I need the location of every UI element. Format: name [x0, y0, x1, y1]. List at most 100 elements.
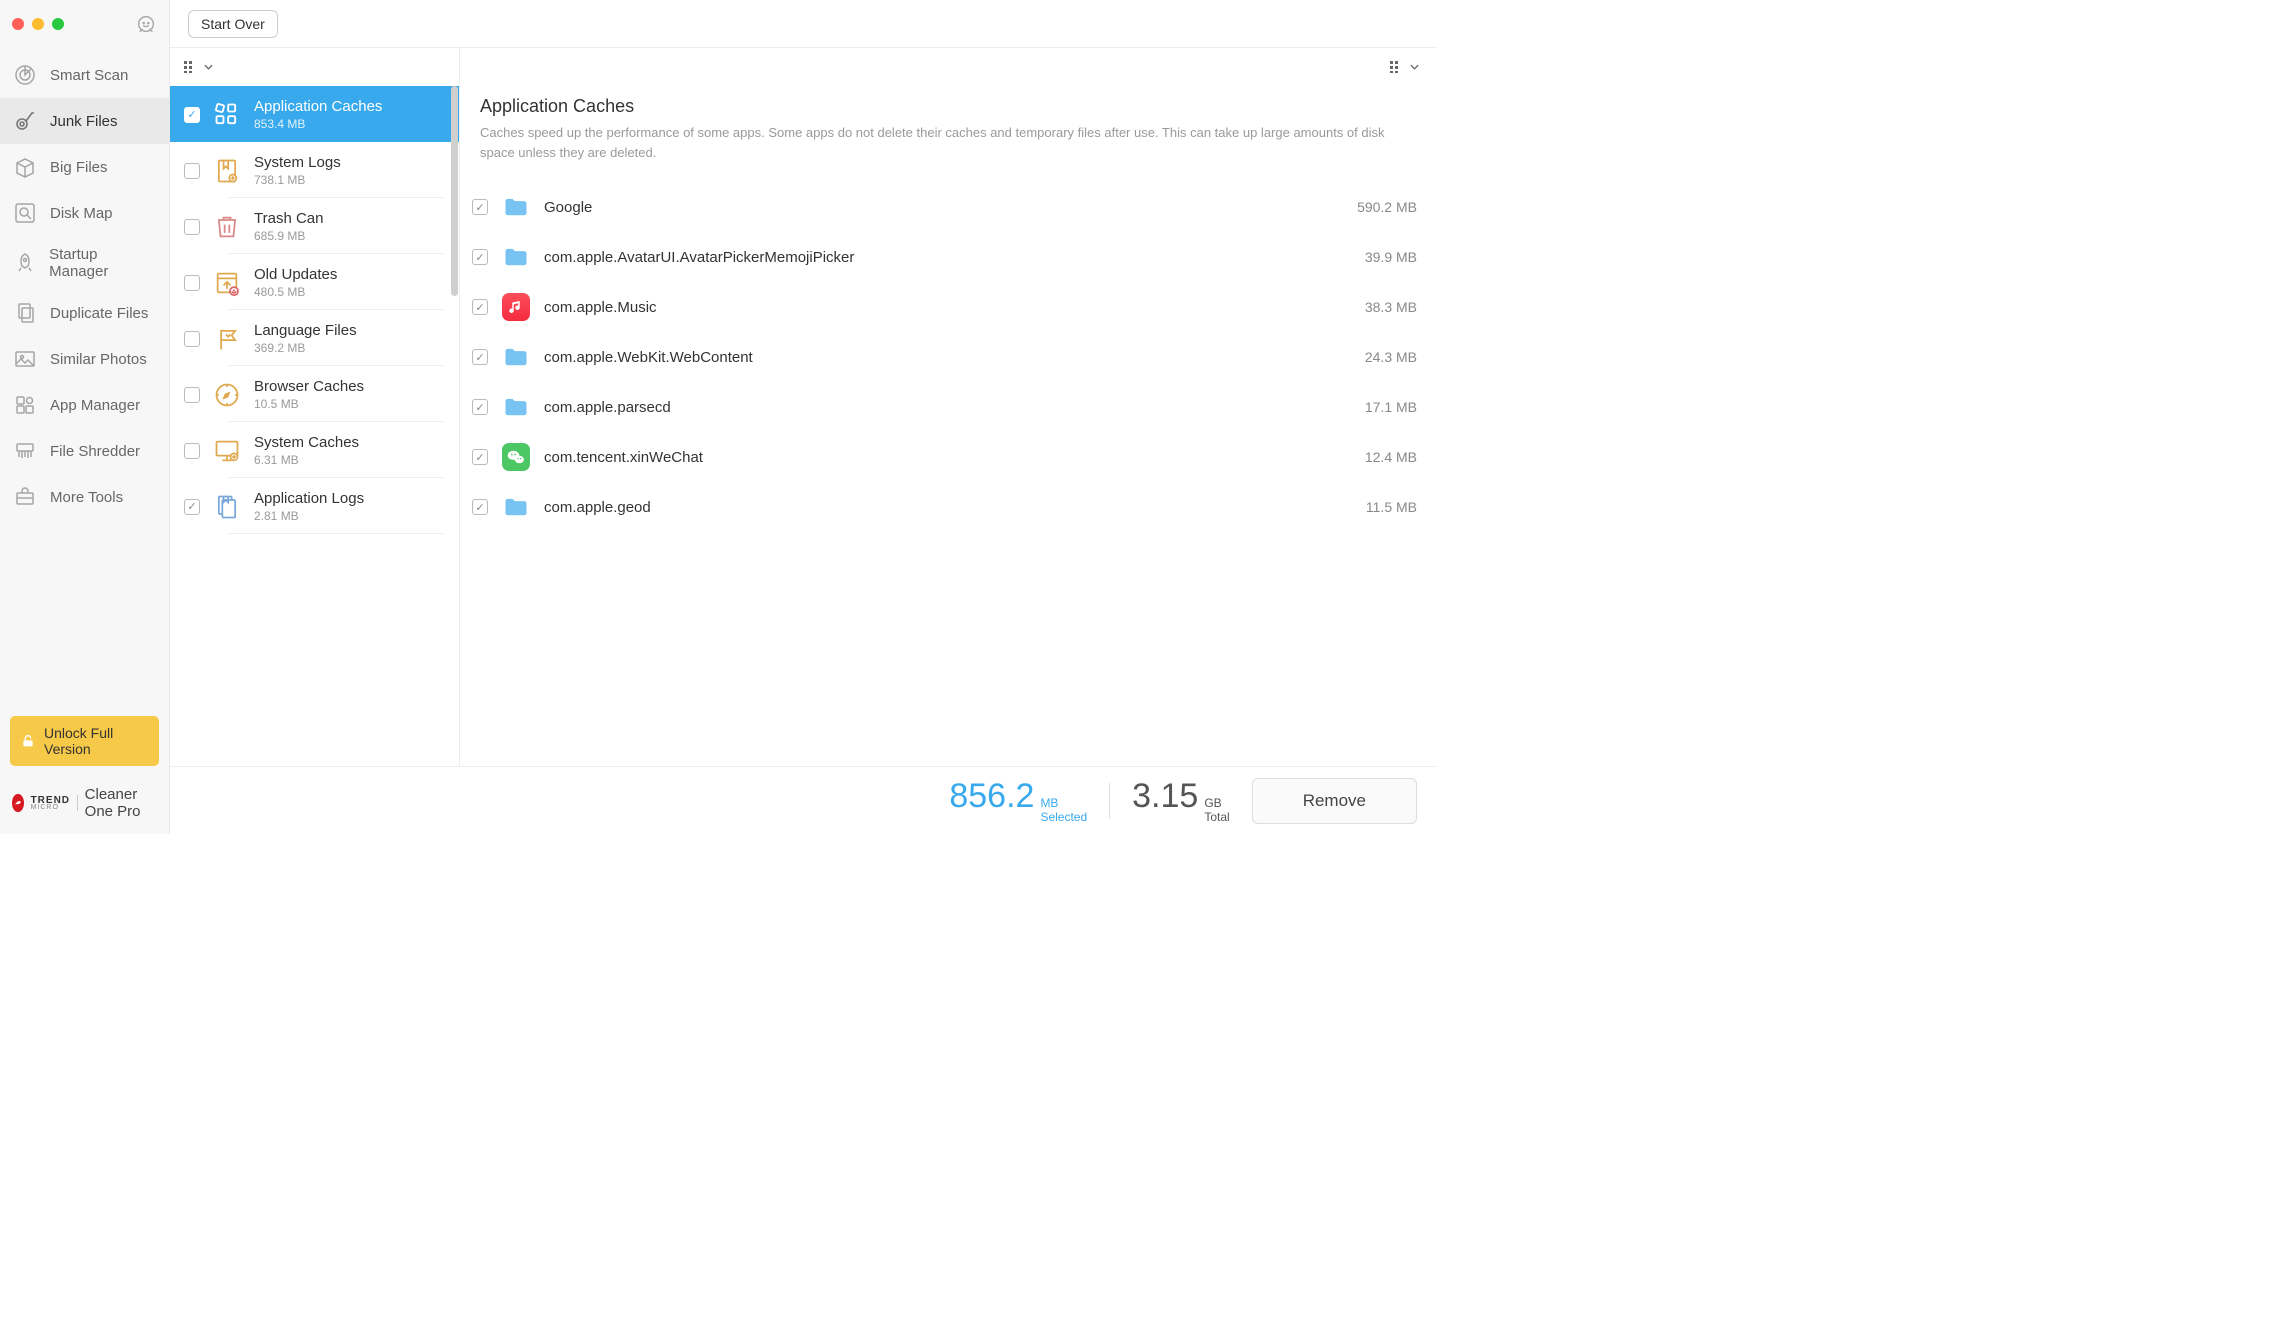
sidebar-item-label: More Tools — [50, 489, 123, 506]
category-item[interactable]: Trash Can685.9 MB — [170, 198, 459, 254]
detail-checkbox[interactable] — [472, 349, 488, 365]
category-size: 738.1 MB — [254, 173, 341, 187]
shredder-icon — [12, 438, 38, 464]
category-icon — [212, 100, 242, 130]
total-size-metric: 3.15 GB Total — [1132, 777, 1230, 823]
detail-title: Application Caches — [480, 96, 1417, 117]
detail-item-size: 11.5 MB — [1366, 499, 1417, 515]
detail-checkbox[interactable] — [472, 499, 488, 515]
detail-item-name: com.apple.parsecd — [544, 399, 1351, 416]
category-item[interactable]: Application Caches853.4 MB — [170, 86, 459, 142]
detail-toolbar — [460, 48, 1437, 86]
sidebar-item-startup-manager[interactable]: Startup Manager — [0, 236, 169, 290]
sidebar: Smart Scan Junk Files Big Files Disk Map… — [0, 0, 170, 834]
category-size: 480.5 MB — [254, 285, 337, 299]
close-window-button[interactable] — [12, 18, 24, 30]
scrollbar[interactable] — [451, 86, 458, 296]
remove-button[interactable]: Remove — [1252, 778, 1417, 824]
total-size-unit: GB — [1204, 797, 1229, 810]
sidebar-item-smart-scan[interactable]: Smart Scan — [0, 52, 169, 98]
category-size: 2.81 MB — [254, 509, 364, 523]
toolbox-icon — [12, 484, 38, 510]
category-checkbox[interactable] — [184, 219, 200, 235]
sidebar-item-big-files[interactable]: Big Files — [0, 144, 169, 190]
category-item[interactable]: Browser Caches10.5 MB — [170, 366, 459, 422]
category-checkbox[interactable] — [184, 499, 200, 515]
sidebar-item-similar-photos[interactable]: Similar Photos — [0, 336, 169, 382]
vacuum-icon — [12, 108, 38, 134]
detail-item-size: 590.2 MB — [1357, 199, 1417, 215]
detail-item[interactable]: com.apple.Music 38.3 MB — [472, 282, 1417, 332]
category-checkbox[interactable] — [184, 107, 200, 123]
detail-item[interactable]: Google590.2 MB — [472, 182, 1417, 232]
sidebar-item-junk-files[interactable]: Junk Files — [0, 98, 169, 144]
category-checkbox[interactable] — [184, 331, 200, 347]
category-item[interactable]: Language Files369.2 MB — [170, 310, 459, 366]
category-view-toggle[interactable] — [184, 61, 213, 73]
detail-checkbox[interactable] — [472, 399, 488, 415]
category-item[interactable]: Old Updates480.5 MB — [170, 254, 459, 310]
support-icon[interactable] — [135, 13, 157, 35]
detail-checkbox[interactable] — [472, 249, 488, 265]
detail-item[interactable]: com.apple.parsecd 17.1 MB — [472, 382, 1417, 432]
music-app-icon — [502, 293, 530, 321]
list-view-icon — [184, 61, 200, 73]
category-icon — [212, 492, 242, 522]
sidebar-item-label: Duplicate Files — [50, 305, 148, 322]
category-item[interactable]: Application Logs2.81 MB — [170, 478, 459, 534]
category-item[interactable]: System Caches6.31 MB — [170, 422, 459, 478]
brand-divider — [77, 795, 78, 811]
category-icon — [212, 324, 242, 354]
category-icon — [212, 212, 242, 242]
folder-icon — [502, 343, 530, 371]
minimize-window-button[interactable] — [32, 18, 44, 30]
category-checkbox[interactable] — [184, 387, 200, 403]
folder-icon — [502, 393, 530, 421]
list-view-icon — [1390, 61, 1406, 73]
sidebar-item-app-manager[interactable]: App Manager — [0, 382, 169, 428]
category-icon — [212, 436, 242, 466]
detail-view-toggle[interactable] — [1390, 61, 1419, 73]
start-over-button[interactable]: Start Over — [188, 10, 278, 38]
detail-item[interactable]: com.apple.geod11.5 MB — [472, 482, 1417, 532]
wechat-app-icon — [502, 443, 530, 471]
radar-icon — [12, 62, 38, 88]
detail-list[interactable]: Google590.2 MBcom.apple.AvatarUI.AvatarP… — [460, 178, 1437, 766]
category-item[interactable]: System Logs738.1 MB — [170, 142, 459, 198]
folder-icon — [502, 193, 530, 221]
sidebar-item-duplicate-files[interactable]: Duplicate Files — [0, 290, 169, 336]
total-size-value: 3.15 — [1132, 777, 1198, 816]
categories-column: Application Caches853.4 MBSystem Logs738… — [170, 48, 460, 766]
category-checkbox[interactable] — [184, 163, 200, 179]
detail-item-name: com.apple.Music — [544, 299, 1351, 316]
sidebar-item-file-shredder[interactable]: File Shredder — [0, 428, 169, 474]
category-title: Browser Caches — [254, 378, 364, 395]
image-icon — [12, 346, 38, 372]
brand-footer: TRENDMICRO Cleaner One Pro — [0, 776, 169, 834]
detail-checkbox[interactable] — [472, 449, 488, 465]
unlock-full-version-button[interactable]: Unlock Full Version — [10, 716, 159, 766]
detail-item[interactable]: com.tencent.xinWeChat12.4 MB — [472, 432, 1417, 482]
detail-checkbox[interactable] — [472, 299, 488, 315]
maximize-window-button[interactable] — [52, 18, 64, 30]
window-titlebar — [0, 0, 169, 48]
category-checkbox[interactable] — [184, 275, 200, 291]
rocket-icon — [12, 250, 37, 276]
sidebar-item-label: App Manager — [50, 397, 140, 414]
chevron-down-icon — [1410, 64, 1419, 70]
detail-item[interactable]: com.apple.WebKit.WebContent24.3 MB — [472, 332, 1417, 382]
category-size: 853.4 MB — [254, 117, 382, 131]
sidebar-nav: Smart Scan Junk Files Big Files Disk Map… — [0, 48, 169, 706]
sidebar-item-label: Junk Files — [50, 113, 118, 130]
detail-item-name: com.apple.WebKit.WebContent — [544, 349, 1351, 366]
sidebar-item-more-tools[interactable]: More Tools — [0, 474, 169, 520]
category-checkbox[interactable] — [184, 443, 200, 459]
chevron-down-icon — [204, 64, 213, 70]
detail-item-size: 17.1 MB — [1365, 399, 1417, 415]
detail-item-size: 38.3 MB — [1365, 299, 1417, 315]
detail-item[interactable]: com.apple.AvatarUI.AvatarPickerMemojiPic… — [472, 232, 1417, 282]
detail-checkbox[interactable] — [472, 199, 488, 215]
sidebar-item-disk-map[interactable]: Disk Map — [0, 190, 169, 236]
categories-list[interactable]: Application Caches853.4 MBSystem Logs738… — [170, 86, 459, 766]
sidebar-item-label: Similar Photos — [50, 351, 147, 368]
